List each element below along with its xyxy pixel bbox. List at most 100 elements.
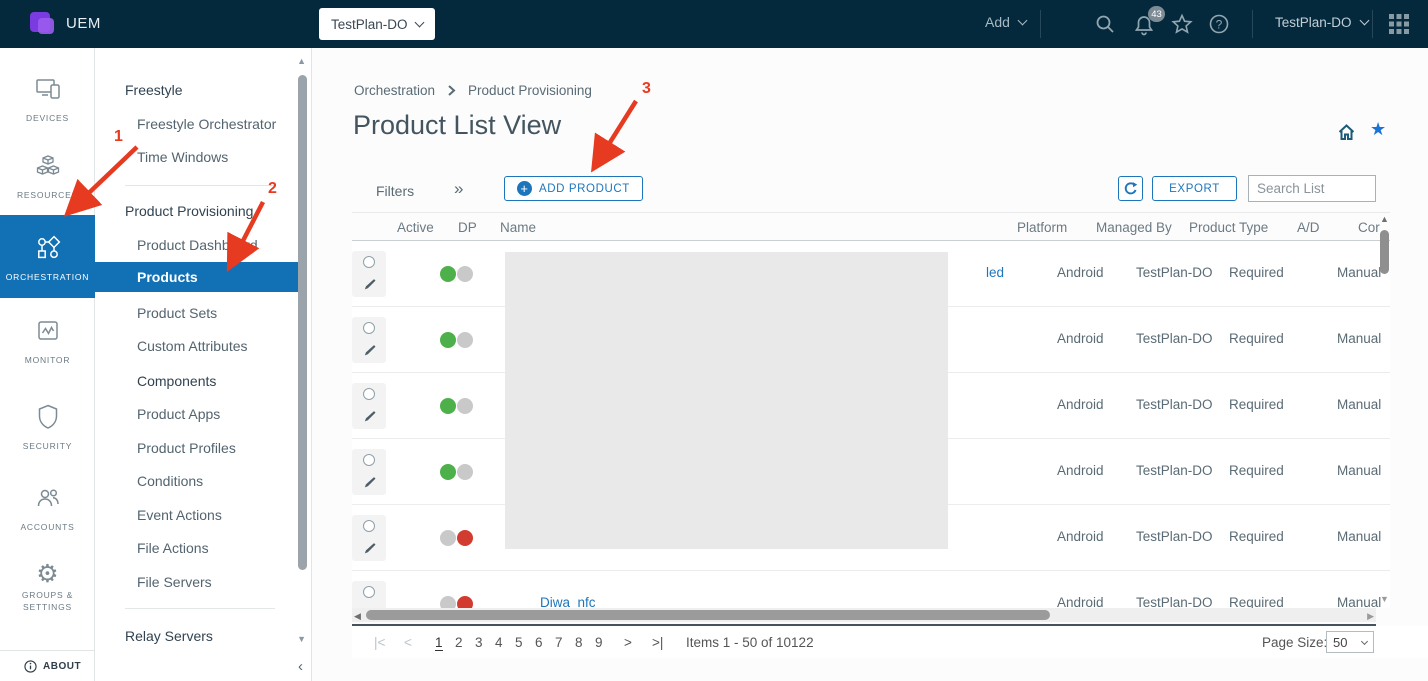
row-tools[interactable]	[352, 515, 386, 561]
cell-managed-by: TestPlan-DO	[1136, 331, 1213, 346]
horizontal-scrollbar[interactable]: ◀ ▶	[352, 608, 1376, 622]
active-status-dot[interactable]	[440, 464, 456, 480]
row-tools[interactable]	[352, 317, 386, 363]
add-product-button[interactable]: + ADD PRODUCT	[504, 176, 643, 201]
page-5[interactable]: 5	[515, 635, 523, 650]
row-radio[interactable]	[363, 454, 375, 466]
active-status-dot[interactable]	[440, 266, 456, 282]
row-tools[interactable]	[352, 251, 386, 297]
row-radio[interactable]	[363, 322, 375, 334]
sidebar-item-resources[interactable]: RESOURCES	[0, 153, 95, 200]
account-selector[interactable]: TestPlan-DO	[1275, 15, 1368, 30]
row-radio[interactable]	[363, 586, 375, 598]
row-radio[interactable]	[363, 388, 375, 400]
first-page-button[interactable]: |<	[374, 635, 385, 650]
table-row[interactable]: Diwa_nfc Android TestPlan-DO Required Ma…	[352, 571, 1390, 608]
help-icon[interactable]: ?	[1208, 13, 1230, 35]
collapse-nav-icon[interactable]: ‹	[298, 658, 303, 675]
col-active[interactable]: Active	[397, 220, 434, 235]
nav-item-event-actions[interactable]: Event Actions	[137, 507, 222, 523]
nav-item-conditions[interactable]: Conditions	[137, 473, 203, 489]
col-name[interactable]: Name	[500, 220, 536, 235]
breadcrumb-orchestration[interactable]: Orchestration	[354, 83, 435, 98]
row-tools[interactable]	[352, 581, 386, 608]
page-1[interactable]: 1	[435, 635, 443, 651]
product-name-tail[interactable]: led	[986, 265, 1004, 280]
scroll-left-icon[interactable]: ◀	[354, 611, 361, 622]
app-grid-icon[interactable]	[1388, 13, 1410, 35]
nav-item-time-windows[interactable]: Time Windows	[137, 149, 228, 165]
scroll-down-icon[interactable]: ▼	[297, 634, 306, 644]
scroll-down-icon[interactable]: ▼	[1380, 594, 1389, 604]
row-radio[interactable]	[363, 520, 375, 532]
breadcrumb-product-provisioning[interactable]: Product Provisioning	[468, 83, 592, 98]
refresh-button[interactable]	[1118, 176, 1143, 201]
active-status-dot[interactable]	[440, 332, 456, 348]
row-tools[interactable]	[352, 383, 386, 429]
active-status-dot[interactable]	[440, 596, 456, 608]
page-3[interactable]: 3	[475, 635, 483, 650]
sidebar-item-devices[interactable]: DEVICES	[0, 76, 95, 123]
nav-item-freestyle-orchestrator[interactable]: Freestyle Orchestrator	[137, 116, 276, 132]
edit-pencil-icon[interactable]	[362, 343, 377, 358]
sidebar-item-accounts[interactable]: ACCOUNTS	[0, 485, 95, 532]
sidebar-item-monitor[interactable]: MONITOR	[0, 318, 95, 365]
gear-icon: ⚙	[36, 560, 58, 588]
page-7[interactable]: 7	[555, 635, 563, 650]
nav-item-products[interactable]: Products	[95, 262, 303, 292]
vertical-scrollbar[interactable]: ▲ ▼	[1378, 214, 1391, 604]
edit-pencil-icon[interactable]	[362, 277, 377, 292]
page-6[interactable]: 6	[535, 635, 543, 650]
favorite-star-icon[interactable]: ★	[1370, 119, 1386, 140]
col-compliance-truncated[interactable]: Cor	[1358, 220, 1380, 235]
nav-item-product-profiles[interactable]: Product Profiles	[137, 440, 236, 456]
scroll-right-icon[interactable]: ▶	[1367, 611, 1374, 622]
prev-page-button[interactable]: <	[404, 635, 412, 650]
search-icon[interactable]	[1094, 13, 1116, 35]
page-4[interactable]: 4	[495, 635, 503, 650]
col-managed-by[interactable]: Managed By	[1096, 220, 1172, 235]
filters-toggle[interactable]: Filters	[376, 183, 414, 199]
page-9[interactable]: 9	[595, 635, 603, 650]
nav-item-product-apps[interactable]: Product Apps	[137, 406, 220, 422]
scroll-up-icon[interactable]: ▲	[297, 56, 306, 66]
nav-scrollbar-thumb[interactable]	[298, 75, 307, 570]
sidebar-item-groups-settings[interactable]: ⚙ GROUPS & SETTINGS	[0, 561, 95, 613]
nav-item-custom-attributes[interactable]: Custom Attributes	[137, 338, 248, 354]
home-icon[interactable]	[1338, 124, 1355, 140]
edit-pencil-icon[interactable]	[362, 409, 377, 424]
active-status-dot[interactable]	[440, 398, 456, 414]
product-name-link[interactable]: Diwa_nfc	[540, 595, 596, 608]
nav-item-product-dashboard[interactable]: Product Dashboard	[137, 237, 258, 253]
search-list-input[interactable]	[1248, 175, 1376, 202]
last-page-button[interactable]: >|	[652, 635, 663, 650]
col-platform[interactable]: Platform	[1017, 220, 1067, 235]
horizontal-scrollbar-thumb[interactable]	[366, 610, 1050, 620]
organization-group-selector[interactable]: TestPlan-DO	[319, 8, 435, 40]
favorites-star-icon[interactable]	[1171, 13, 1193, 35]
nav-item-file-servers[interactable]: File Servers	[137, 574, 212, 590]
filters-expand-icon[interactable]: »	[454, 179, 463, 199]
edit-pencil-icon[interactable]	[362, 541, 377, 556]
active-status-dot[interactable]	[440, 530, 456, 546]
col-dp[interactable]: DP	[458, 220, 477, 235]
export-button[interactable]: EXPORT	[1152, 176, 1237, 201]
page-8[interactable]: 8	[575, 635, 583, 650]
page-2[interactable]: 2	[455, 635, 463, 650]
col-ad[interactable]: A/D	[1297, 220, 1320, 235]
nav-item-product-sets[interactable]: Product Sets	[137, 305, 217, 321]
about-button[interactable]: ABOUT	[0, 650, 95, 681]
sidebar-item-orchestration[interactable]: ORCHESTRATION	[0, 215, 95, 298]
scroll-up-icon[interactable]: ▲	[1380, 214, 1389, 224]
page-size-select[interactable]: 50	[1326, 631, 1374, 653]
row-radio[interactable]	[363, 256, 375, 268]
nav-item-file-actions[interactable]: File Actions	[137, 540, 209, 556]
row-tools[interactable]	[352, 449, 386, 495]
add-menu[interactable]: Add	[985, 14, 1026, 30]
col-product-type[interactable]: Product Type	[1189, 220, 1268, 235]
edit-pencil-icon[interactable]	[362, 475, 377, 490]
sidebar-item-security[interactable]: SECURITY	[0, 403, 95, 451]
info-icon	[24, 660, 37, 673]
vertical-scrollbar-thumb[interactable]	[1380, 230, 1389, 274]
next-page-button[interactable]: >	[624, 635, 632, 650]
